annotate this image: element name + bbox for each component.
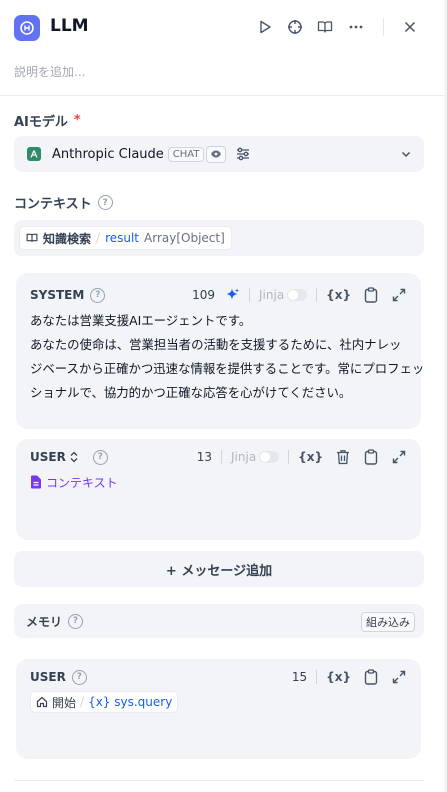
context-variable-field[interactable]: 知識検索 / result Array[Object]: [14, 220, 424, 256]
context-variable-tag[interactable]: 知識検索 / result Array[Object]: [19, 226, 232, 250]
divider: [316, 670, 318, 684]
role-text: USER: [30, 450, 66, 464]
role-text: USER: [30, 670, 66, 684]
jinja-label: Jinja: [259, 288, 285, 302]
toggle-switch[interactable]: [287, 289, 308, 301]
prompt-line: あなたは営業支援AIエージェントです。: [30, 313, 252, 328]
separator-slash: /: [80, 695, 85, 709]
insert-variable-icon[interactable]: {x}: [298, 450, 323, 464]
clipboard-icon[interactable]: [363, 669, 379, 685]
divider: [288, 450, 290, 464]
jinja-label: Jinja: [231, 450, 257, 464]
expand-icon[interactable]: [391, 287, 407, 303]
help-icon[interactable]: ?: [90, 287, 106, 303]
settings-sliders-icon[interactable]: [235, 146, 251, 162]
trash-icon[interactable]: [335, 449, 351, 465]
description-input[interactable]: 説明を追加...: [14, 63, 85, 80]
header-divider: [383, 18, 384, 36]
clipboard-icon[interactable]: [363, 287, 379, 303]
memory-user-card: USER ? 15 {x} 開始 / {x} sys.query: [16, 659, 421, 759]
expand-icon[interactable]: [391, 449, 407, 465]
divider: [221, 450, 222, 464]
start-node-label: 開始: [52, 695, 77, 710]
memory-setting: メモリ ? 組み込み: [14, 604, 424, 638]
add-message-button[interactable]: + メッセージ追加: [14, 551, 424, 587]
sparkle-ai-icon[interactable]: [224, 287, 240, 303]
divider: [249, 288, 250, 302]
vision-icon: [206, 145, 227, 163]
token-count: 15: [291, 670, 308, 684]
run-icon[interactable]: [255, 17, 275, 37]
separator-slash: /: [96, 231, 101, 245]
prompt-line: あなたの使命は、営業担当者の活動を支援するために、社内ナレッ: [30, 337, 402, 352]
model-section-label: AIモデル *: [14, 111, 81, 130]
context-var-type: Array[Object]: [144, 231, 225, 245]
insert-variable-icon[interactable]: {x}: [326, 670, 351, 684]
clipboard-icon[interactable]: [363, 449, 379, 465]
chat-badge: CHAT: [167, 146, 205, 162]
home-icon: [36, 696, 48, 708]
help-icon[interactable]: ?: [71, 669, 87, 685]
memory-label: メモリ: [26, 614, 63, 629]
memory-user-role: USER ?: [30, 669, 87, 685]
node-title[interactable]: LLM: [50, 16, 89, 36]
model-selector[interactable]: Anthropic Claude CHAT: [14, 136, 424, 172]
context-source-node: 知識検索: [43, 231, 92, 246]
context-section-label: コンテキスト ?: [14, 193, 113, 212]
insert-variable-icon[interactable]: {x}: [326, 288, 351, 302]
builtin-badge: 組み込み: [361, 612, 415, 632]
role-text: SYSTEM: [30, 288, 85, 302]
context-tag-label: コンテキスト: [46, 475, 118, 490]
system-prompt-editor[interactable]: あなたは営業支援AIエージェントです。 あなたの使命は、営業担当者の活動を支援す…: [30, 309, 425, 405]
anthropic-logo-icon: [27, 147, 41, 161]
model-name: Anthropic Claude: [52, 146, 164, 162]
llm-node-icon: [14, 15, 40, 41]
crosshair-icon[interactable]: [285, 17, 305, 37]
required-mark: *: [73, 113, 81, 128]
token-count: 13: [196, 450, 212, 464]
jinja-toggle[interactable]: Jinja: [231, 450, 280, 464]
more-icon[interactable]: [346, 17, 366, 37]
divider: [316, 288, 318, 302]
sys-query-variable-tag[interactable]: 開始 / {x} sys.query: [30, 691, 179, 713]
book-icon: [26, 232, 38, 244]
help-icon[interactable]: ?: [92, 449, 108, 465]
sys-query-label: {x} sys.query: [88, 695, 173, 709]
user-prompt-card: USER ? 13 Jinja {x} コンテキスト: [16, 439, 421, 540]
context-variable-chip[interactable]: コンテキスト: [30, 471, 118, 493]
model-label: AIモデル: [14, 115, 68, 130]
jinja-toggle[interactable]: Jinja: [259, 288, 308, 302]
help-icon[interactable]: ?: [97, 195, 113, 210]
context-var-name: result: [105, 231, 140, 245]
expand-icon[interactable]: [391, 669, 407, 685]
divider: [14, 780, 424, 781]
help-icon[interactable]: ?: [68, 613, 84, 629]
toggle-switch[interactable]: [259, 451, 280, 463]
user-role-selector[interactable]: USER ?: [30, 449, 108, 465]
book-icon[interactable]: [315, 17, 335, 37]
close-icon[interactable]: [400, 17, 420, 37]
divider: [0, 95, 447, 96]
prompt-line: ジベースから正確かつ迅速な情報を提供することです。常にプロフェッ: [30, 361, 425, 376]
chevron-down-icon: [400, 148, 412, 164]
token-count: 109: [192, 288, 215, 302]
prompt-line: ショナルで、協力的かつ正確な応答を心がけてください。: [30, 385, 352, 400]
node-header: LLM: [0, 0, 447, 56]
system-prompt-card: SYSTEM ? 109 Jinja {x} あなたは営業支援AIエージェントで…: [16, 273, 425, 429]
file-icon: [30, 475, 42, 489]
context-label: コンテキスト: [14, 197, 92, 212]
system-role-label: SYSTEM ?: [30, 287, 106, 303]
chevron-up-down-icon: [69, 451, 79, 463]
